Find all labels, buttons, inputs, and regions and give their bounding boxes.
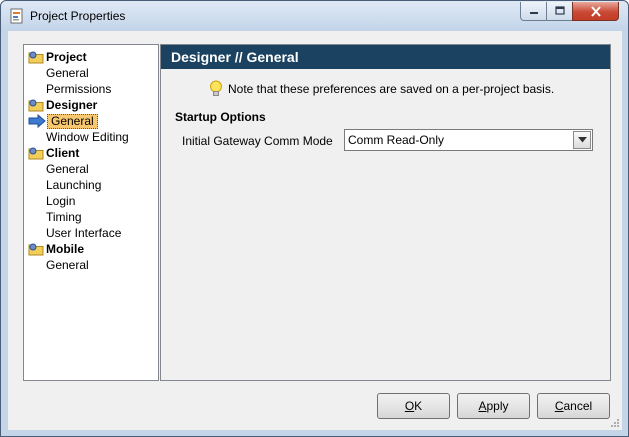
settings-panel: Designer // General Note that these pref… — [160, 44, 611, 381]
settings-tree: Project General Permissions Designer Gen… — [23, 44, 159, 381]
apply-label: pply — [486, 399, 509, 413]
tree-group-designer[interactable]: Designer — [28, 97, 97, 113]
tree-group-label: Project — [46, 50, 87, 64]
folder-gear-icon — [28, 147, 44, 160]
tree-item-client-login[interactable]: Login — [46, 193, 75, 209]
tree-item-designer-general[interactable]: General — [28, 113, 98, 129]
cancel-button[interactable]: Cancel — [537, 393, 610, 419]
close-icon — [590, 5, 601, 17]
info-note: Note that these preferences are saved on… — [209, 80, 554, 98]
chevron-down-icon — [577, 137, 587, 143]
close-button[interactable] — [572, 2, 619, 21]
tree-group-client[interactable]: Client — [28, 145, 79, 161]
tree-group-mobile[interactable]: Mobile — [28, 241, 84, 257]
dropdown-button[interactable] — [573, 131, 591, 149]
tree-group-label: Designer — [46, 98, 98, 112]
note-text: Note that these preferences are saved on… — [228, 82, 555, 96]
tree-item-client-general[interactable]: General — [46, 161, 89, 177]
minimize-button[interactable] — [520, 2, 547, 21]
cancel-label: ancel — [563, 399, 593, 413]
apply-button[interactable]: Apply — [457, 393, 530, 419]
arrow-right-icon — [28, 114, 46, 128]
ok-label: K — [414, 399, 423, 413]
tree-item-client-launching[interactable]: Launching — [46, 177, 101, 193]
tree-group-label: Client — [46, 146, 80, 160]
tree-group-project[interactable]: Project — [28, 49, 87, 65]
folder-gear-icon — [28, 243, 44, 256]
maximize-button[interactable] — [546, 2, 573, 21]
project-properties-window: Project Properties Project General Permi… — [0, 0, 629, 437]
tree-item-client-timing[interactable]: Timing — [46, 209, 82, 225]
app-icon — [10, 8, 23, 24]
maximize-icon — [554, 6, 565, 15]
ok-button[interactable]: OK — [377, 393, 450, 419]
tree-item-mobile-general[interactable]: General — [46, 257, 89, 273]
section-title: Startup Options — [175, 110, 266, 124]
tree-item-client-user-interface[interactable]: User Interface — [46, 225, 121, 241]
lightbulb-icon — [210, 80, 222, 96]
title-bar[interactable]: Project Properties — [1, 1, 628, 31]
dialog-body: Project General Permissions Designer Gen… — [8, 31, 622, 430]
ok-mnemonic: O — [404, 399, 415, 413]
folder-gear-icon — [28, 99, 44, 112]
window-title: Project Properties — [30, 9, 126, 23]
comm-mode-value: Comm Read-Only — [348, 133, 445, 147]
tree-item-window-editing[interactable]: Window Editing — [46, 129, 129, 145]
apply-mnemonic: A — [478, 399, 487, 413]
tree-item-selected-label: General — [47, 113, 98, 129]
panel-title: Designer // General — [161, 45, 610, 69]
comm-mode-select[interactable]: Comm Read-Only — [344, 129, 593, 151]
folder-gear-icon — [28, 51, 44, 64]
resize-grip-icon[interactable] — [610, 418, 620, 428]
tree-item-project-general[interactable]: General — [46, 65, 89, 81]
minimize-icon — [529, 12, 538, 14]
tree-item-project-permissions[interactable]: Permissions — [46, 81, 111, 97]
tree-group-label: Mobile — [46, 242, 84, 256]
comm-mode-label: Initial Gateway Comm Mode — [182, 134, 333, 148]
